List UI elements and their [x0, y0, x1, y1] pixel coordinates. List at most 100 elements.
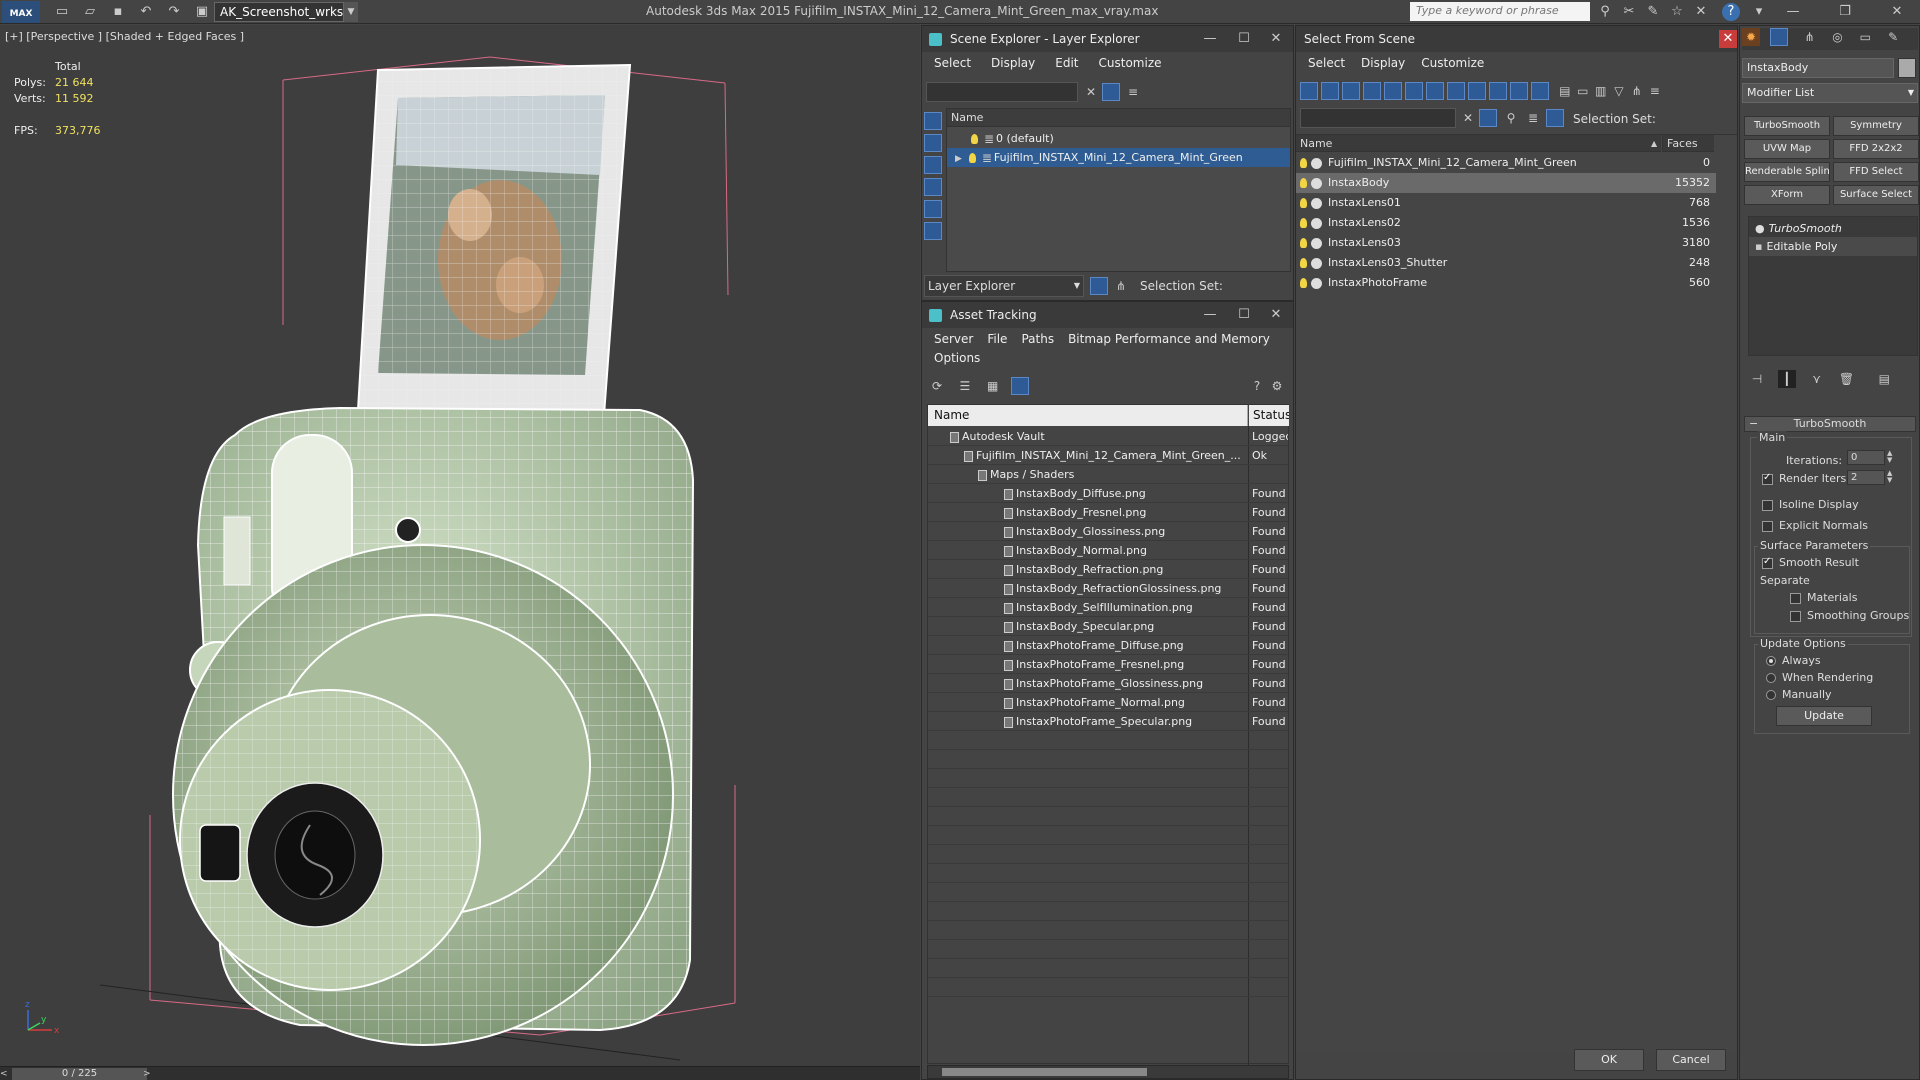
tools-icon[interactable]: ✂	[1620, 3, 1638, 21]
radio-unselected[interactable]	[1766, 690, 1776, 700]
options-icon[interactable]: ≡	[1646, 82, 1664, 100]
lightbulb-icon[interactable]	[1300, 198, 1307, 208]
iterations-spinner[interactable]: 0	[1847, 450, 1885, 465]
exchange-icon[interactable]: ✕	[1692, 3, 1710, 21]
open-file-icon[interactable]: ▱	[80, 3, 100, 21]
menu-paths[interactable]: Paths	[1021, 328, 1054, 350]
scene-object-row[interactable]: InstaxLens03_Shutter 248	[1296, 253, 1716, 273]
radio-unselected[interactable]	[1766, 673, 1776, 683]
col-header-name[interactable]: Name	[1296, 135, 1661, 152]
expand-plus-icon[interactable]: ▪	[1755, 240, 1762, 253]
update-manually-radio[interactable]: Manually	[1766, 688, 1832, 701]
filter-helpers-icon[interactable]	[1384, 82, 1402, 100]
asset-row[interactable]: InstaxPhotoFrame_Diffuse.png Found	[928, 636, 1288, 655]
filter-lights-icon[interactable]	[1342, 82, 1360, 100]
help-icon[interactable]: ?	[1722, 3, 1740, 21]
asset-row[interactable]: Autodesk Vault Logged	[928, 427, 1288, 446]
menu-file[interactable]: File	[987, 328, 1007, 350]
hierarchy-icon[interactable]: ⋔	[1628, 82, 1646, 100]
make-unique-icon[interactable]: ⋎	[1808, 370, 1826, 388]
list-view-icon[interactable]: ☰	[956, 377, 974, 395]
close-icon[interactable]: ✕	[1261, 26, 1291, 52]
time-prev-icon[interactable]: <	[0, 1068, 8, 1080]
modifier-button-xform[interactable]: XForm	[1744, 185, 1830, 205]
asset-row[interactable]: InstaxBody_Refraction.png Found	[928, 560, 1288, 579]
object-color-swatch[interactable]	[1898, 58, 1916, 78]
filter-icon[interactable]	[1479, 109, 1497, 127]
ok-button[interactable]: OK	[1574, 1049, 1644, 1071]
settings-icon[interactable]: ⚙	[1268, 377, 1286, 395]
expand-arrow-icon[interactable]: ▶	[955, 154, 962, 164]
camera-body[interactable]	[172, 406, 695, 1046]
filter-spacewarps-icon[interactable]	[1405, 82, 1423, 100]
pin-stack-icon[interactable]: ⊣	[1748, 370, 1766, 388]
modifier-button-ffd-select[interactable]: FFD Select	[1833, 162, 1919, 182]
menu-display[interactable]: Display	[1361, 52, 1405, 74]
asset-row[interactable]: InstaxBody_Fresnel.png Found	[928, 503, 1288, 522]
filter-groups-icon[interactable]	[1426, 82, 1444, 100]
scene-explorer-search[interactable]	[926, 82, 1078, 102]
create-tab-icon[interactable]: ✹	[1742, 28, 1760, 46]
restore-icon[interactable]: ❐	[1836, 3, 1854, 21]
filter-xrefs-icon[interactable]	[1447, 82, 1465, 100]
display-helpers-icon[interactable]	[924, 200, 942, 218]
explicit-normals-checkbox[interactable]: Explicit Normals	[1762, 519, 1868, 532]
filter-containers-icon[interactable]	[1489, 82, 1507, 100]
modifier-button-surface-select[interactable]: Surface Select	[1833, 185, 1919, 205]
asset-row[interactable]: InstaxPhotoFrame_Fresnel.png Found	[928, 655, 1288, 674]
display-lights-icon[interactable]	[924, 156, 942, 174]
lightbulb-icon[interactable]	[1300, 178, 1307, 188]
materials-checkbox[interactable]: Materials	[1790, 591, 1857, 604]
modify-tab-icon[interactable]	[1769, 28, 1788, 46]
horizontal-scrollbar[interactable]	[927, 1065, 1289, 1079]
hierarchy-mode-icon[interactable]	[1546, 109, 1564, 127]
radio-selected[interactable]	[1766, 656, 1776, 666]
stack-item-editable-poly[interactable]: ▪ Editable Poly	[1749, 237, 1917, 256]
menu-customize[interactable]: Customize	[1421, 52, 1484, 74]
new-file-icon[interactable]: ▭	[52, 3, 72, 21]
select-all-icon[interactable]: ▤	[1556, 82, 1574, 100]
smooth-result-checkbox[interactable]: Smooth Result	[1762, 556, 1859, 569]
asset-row[interactable]: InstaxBody_Glossiness.png Found	[928, 522, 1288, 541]
render-iters-checkbox[interactable]: Render Iters:	[1762, 472, 1850, 485]
update-when-rendering-radio[interactable]: When Rendering	[1766, 671, 1873, 684]
hierarchy-mode-icon[interactable]: ⋔	[1112, 277, 1130, 295]
turbosmooth-rollout-header[interactable]: − TurboSmooth	[1744, 416, 1916, 432]
configure-sets-icon[interactable]: ▤	[1875, 370, 1893, 388]
modifier-button-ffd-2x2x2[interactable]: FFD 2x2x2	[1833, 139, 1919, 159]
modifier-list-dropdown[interactable]: Modifier List ▼	[1742, 83, 1918, 103]
display-spacewarps-icon[interactable]	[924, 222, 942, 240]
photo-frame[interactable]	[356, 63, 632, 417]
menu-server[interactable]: Server	[934, 328, 973, 350]
col-header-name[interactable]: Name	[947, 109, 1290, 127]
checkbox-checked[interactable]	[1762, 556, 1773, 569]
menu-select[interactable]: Select	[934, 52, 971, 74]
asset-row[interactable]: InstaxBody_RefractionGlossiness.png Found	[928, 579, 1288, 598]
utilities-tab-icon[interactable]: ✎	[1884, 28, 1902, 46]
close-icon[interactable]: ✕	[1261, 302, 1291, 328]
menu-edit[interactable]: Edit	[1055, 52, 1078, 74]
remove-modifier-icon[interactable]: 🗑	[1837, 370, 1855, 388]
filter-bones-icon[interactable]	[1468, 82, 1486, 100]
asset-row[interactable]: InstaxBody_SelfIllumination.png Found	[928, 598, 1288, 617]
cancel-button[interactable]: Cancel	[1656, 1049, 1726, 1071]
filter-frozen-icon[interactable]	[1510, 82, 1528, 100]
layer-row[interactable]: ≣ 0 (default)	[947, 129, 1290, 148]
modifier-button-symmetry[interactable]: Symmetry	[1833, 116, 1919, 136]
lightbulb-icon[interactable]	[1300, 258, 1307, 268]
clear-search-icon[interactable]: ✕	[1082, 83, 1100, 101]
lightbulb-icon[interactable]	[1300, 238, 1307, 248]
time-next-icon[interactable]: >	[143, 1068, 153, 1080]
render-iters-spinner[interactable]: 2	[1847, 470, 1885, 485]
camera-model-wireframe[interactable]: z x y	[0, 25, 920, 1066]
lightbulb-icon[interactable]	[1300, 278, 1307, 288]
filter-icon[interactable]	[1102, 83, 1120, 101]
scene-object-row[interactable]: InstaxPhotoFrame 560	[1296, 273, 1716, 293]
layer-explorer-mode-icon[interactable]	[1090, 277, 1108, 295]
menu-select[interactable]: Select	[1308, 52, 1345, 74]
close-icon[interactable]: ✕	[1719, 30, 1737, 48]
col-header-status[interactable]: Status	[1249, 405, 1289, 426]
render-iters-spinner-arrows[interactable]: ▲ ▼	[1887, 470, 1895, 485]
stack-item-turbosmooth[interactable]: ● TurboSmooth	[1749, 219, 1917, 238]
hierarchy-tab-icon[interactable]: ⋔	[1801, 28, 1819, 46]
